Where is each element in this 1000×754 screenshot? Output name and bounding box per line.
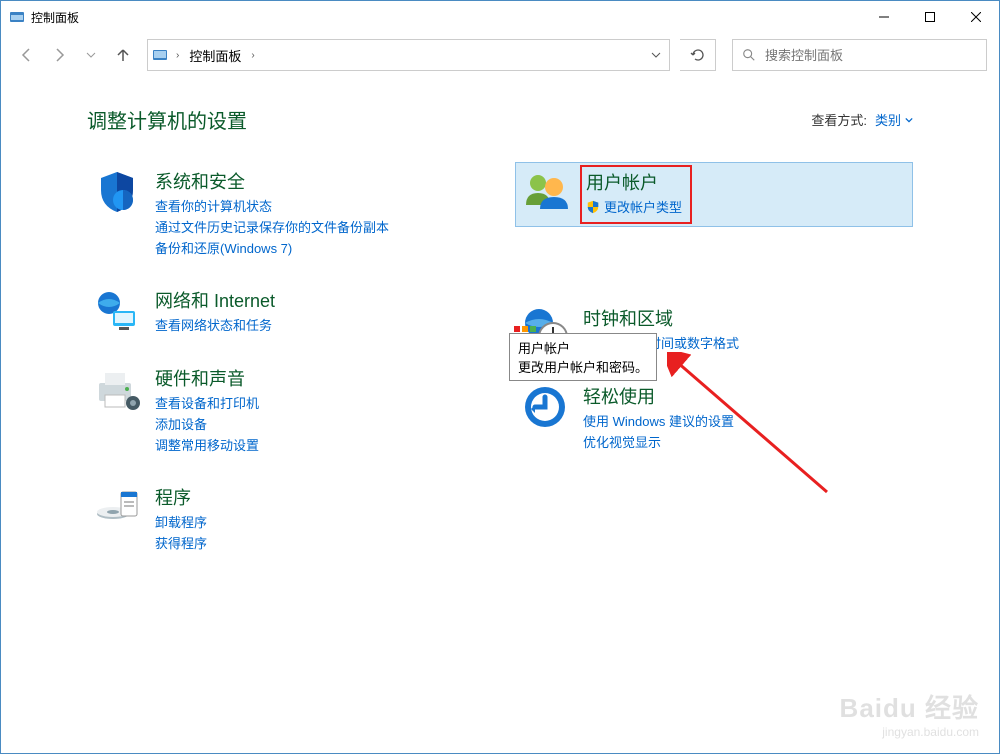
category-link[interactable]: 查看设备和打印机 <box>155 393 259 412</box>
control-panel-icon <box>9 9 25 25</box>
chevron-down-icon <box>905 116 913 124</box>
up-button[interactable] <box>109 41 137 69</box>
view-dropdown[interactable]: 类别 <box>875 110 913 129</box>
category-link[interactable]: 获得程序 <box>155 533 207 552</box>
breadcrumb-icon <box>148 47 172 63</box>
chevron-right-icon[interactable]: › <box>247 50 258 61</box>
category-title[interactable]: 程序 <box>155 484 207 510</box>
back-button[interactable] <box>13 41 41 69</box>
view-label: 查看方式: <box>811 110 867 129</box>
tooltip-title: 用户帐户 <box>518 338 648 357</box>
network-icon <box>93 287 141 335</box>
view-value-text: 类别 <box>875 110 901 129</box>
uac-shield-icon <box>586 200 600 214</box>
window-title: 控制面板 <box>31 9 79 26</box>
category-hardware[interactable]: 硬件和声音 查看设备和打印机 添加设备 调整常用移动设置 <box>87 359 485 460</box>
category-link[interactable]: 备份和还原(Windows 7) <box>155 238 389 257</box>
programs-icon <box>93 484 141 532</box>
category-system-security[interactable]: 系统和安全 查看你的计算机状态 通过文件历史记录保存你的文件备份副本 备份和还原… <box>87 162 485 263</box>
close-button[interactable] <box>953 1 999 33</box>
category-link[interactable]: 通过文件历史记录保存你的文件备份副本 <box>155 217 389 236</box>
shield-system-icon <box>93 168 141 216</box>
tooltip-dots <box>514 326 536 332</box>
watermark-url: jingyan.baidu.com <box>840 725 979 739</box>
red-arrow-annotation <box>667 352 837 502</box>
maximize-button[interactable] <box>907 1 953 33</box>
watermark-brand: Baidu 经验 <box>840 688 979 725</box>
category-programs[interactable]: 程序 卸载程序 获得程序 <box>87 478 485 558</box>
window-controls <box>861 1 999 33</box>
category-title[interactable]: 系统和安全 <box>155 168 389 194</box>
category-link[interactable]: 查看网络状态和任务 <box>155 315 275 334</box>
breadcrumb[interactable]: › 控制面板 › <box>147 39 670 71</box>
category-link[interactable]: 调整常用移动设置 <box>155 435 259 454</box>
ease-of-access-icon <box>521 383 569 431</box>
content-header: 调整计算机的设置 查看方式: 类别 <box>87 105 913 134</box>
forward-button[interactable] <box>45 41 73 69</box>
tooltip: 用户帐户 更改用户帐户和密码。 <box>509 333 657 381</box>
category-link[interactable]: 卸载程序 <box>155 512 207 531</box>
search-input[interactable] <box>765 48 986 63</box>
watermark: Baidu 经验 jingyan.baidu.com <box>840 688 979 739</box>
page-title: 调整计算机的设置 <box>87 105 811 134</box>
searchbar[interactable] <box>732 39 987 71</box>
category-network[interactable]: 网络和 Internet 查看网络状态和任务 <box>87 281 485 341</box>
tooltip-desc: 更改用户帐户和密码。 <box>518 357 648 376</box>
category-title[interactable]: 用户帐户 <box>586 169 682 195</box>
content: 调整计算机的设置 查看方式: 类别 系统和安全 查看你的计算机状态 通过文件历史… <box>1 77 999 753</box>
breadcrumb-dropdown[interactable] <box>643 40 669 70</box>
recent-dropdown[interactable] <box>77 41 105 69</box>
refresh-button[interactable] <box>680 39 716 71</box>
category-link[interactable]: 添加设备 <box>155 414 259 433</box>
titlebar: 控制面板 <box>1 1 999 33</box>
category-link-text: 更改帐户类型 <box>604 197 682 216</box>
search-icon <box>733 48 765 62</box>
left-column: 系统和安全 查看你的计算机状态 通过文件历史记录保存你的文件备份副本 备份和还原… <box>87 162 485 576</box>
breadcrumb-item[interactable]: 控制面板 <box>183 46 247 65</box>
minimize-button[interactable] <box>861 1 907 33</box>
category-link[interactable]: 更改帐户类型 <box>586 197 682 216</box>
category-title[interactable]: 硬件和声音 <box>155 365 259 391</box>
category-title[interactable]: 网络和 Internet <box>155 287 275 313</box>
users-icon <box>522 169 570 217</box>
navbar: › 控制面板 › <box>1 33 999 77</box>
printer-icon <box>93 365 141 413</box>
category-user-accounts[interactable]: 用户帐户 更改帐户类型 <box>515 162 913 227</box>
category-title[interactable]: 时钟和区域 <box>583 305 739 331</box>
category-link[interactable]: 查看你的计算机状态 <box>155 196 389 215</box>
chevron-right-icon[interactable]: › <box>172 50 183 61</box>
